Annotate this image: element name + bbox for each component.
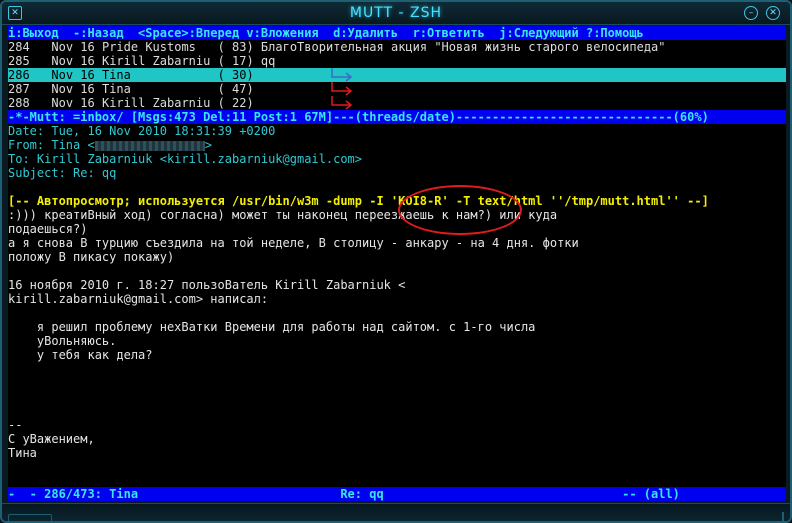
close-window-icon[interactable]: ✕ bbox=[766, 6, 780, 20]
resize-grip[interactable] bbox=[764, 512, 784, 521]
terminal-area[interactable]: i:Выход -:Назад <Space>:Вперед v:Вложени… bbox=[8, 26, 786, 501]
message-row[interactable]: 288 Nov 16 Kirill Zabarniu ( 22) bbox=[8, 96, 786, 110]
body-line: у тебя как дела? bbox=[8, 348, 153, 362]
body-line bbox=[8, 362, 786, 376]
message-row[interactable]: 284 Nov 16 Pride Kustoms ( 83) БлагоТвор… bbox=[8, 40, 786, 54]
frame-ornament bbox=[8, 514, 52, 521]
body-line bbox=[8, 306, 786, 320]
terminal-window: ✕ MUTT - ZSH – ✕ i:Выход -:Назад <Space>… bbox=[0, 0, 792, 523]
body-line: а я снова В турцию съездила на той недел… bbox=[8, 236, 579, 250]
header-date: Date: Tue, 16 Nov 2010 18:31:39 +0200 bbox=[8, 124, 276, 138]
body-line: kirill.zabarniuk@gmail.com> написал: bbox=[8, 292, 269, 306]
annotation-circle bbox=[398, 185, 522, 235]
thread-arrow-icon bbox=[331, 68, 353, 82]
body-line bbox=[8, 264, 786, 278]
body-line: я решил проблему нехВатки Времени для ра… bbox=[8, 320, 536, 334]
bottom-frame bbox=[2, 503, 790, 521]
redacted-email bbox=[94, 140, 205, 151]
body-line bbox=[8, 376, 786, 390]
minimize-icon[interactable]: – bbox=[744, 6, 758, 20]
body-line: уВольняюсь. bbox=[8, 334, 117, 348]
autoview-notice: [-- Автопросмотр; используется /usr/bin/… bbox=[8, 194, 709, 208]
window-title: MUTT - ZSH bbox=[349, 5, 443, 21]
body-line: подаешься?) bbox=[8, 222, 88, 236]
body-line: положу В пикасу покажу) bbox=[8, 250, 175, 264]
help-bar: i:Выход -:Назад <Space>:Вперед v:Вложени… bbox=[8, 26, 786, 40]
message-row[interactable]: 287 Nov 16 Tina ( 47) bbox=[8, 82, 786, 96]
pager-status-bar: - - 286/473: Tina Re: qq -- (all) bbox=[8, 487, 786, 501]
thread-arrow-icon bbox=[331, 96, 353, 110]
thread-arrow-icon bbox=[331, 82, 353, 96]
body-line: -- bbox=[8, 418, 23, 432]
body-line bbox=[8, 404, 786, 418]
body-line bbox=[8, 390, 786, 404]
index-status-bar: -*-Mutt: =inbox/ [Msgs:473 Del:11 Post:1… bbox=[8, 110, 786, 124]
body-line: С уВажением, bbox=[8, 432, 95, 446]
message-row[interactable]: 285 Nov 16 Kirill Zabarniu ( 17) qq bbox=[8, 54, 786, 68]
header-subject: Subject: Re: qq bbox=[8, 166, 117, 180]
title-bar: ✕ MUTT - ZSH – ✕ bbox=[2, 2, 790, 25]
body-line: 16 ноября 2010 г. 18:27 пользоВатель Kir… bbox=[8, 278, 406, 292]
header-to: To: Kirill Zabarniuk <kirill.zabarniuk@g… bbox=[8, 152, 363, 166]
body-line: Тина bbox=[8, 446, 37, 460]
header-from: From: Tina < > bbox=[8, 138, 212, 152]
message-row-selected[interactable]: 286 Nov 16 Tina ( 30) bbox=[8, 68, 786, 82]
body-line: :))) креатиВный ход) согласна) может ты … bbox=[8, 208, 558, 222]
